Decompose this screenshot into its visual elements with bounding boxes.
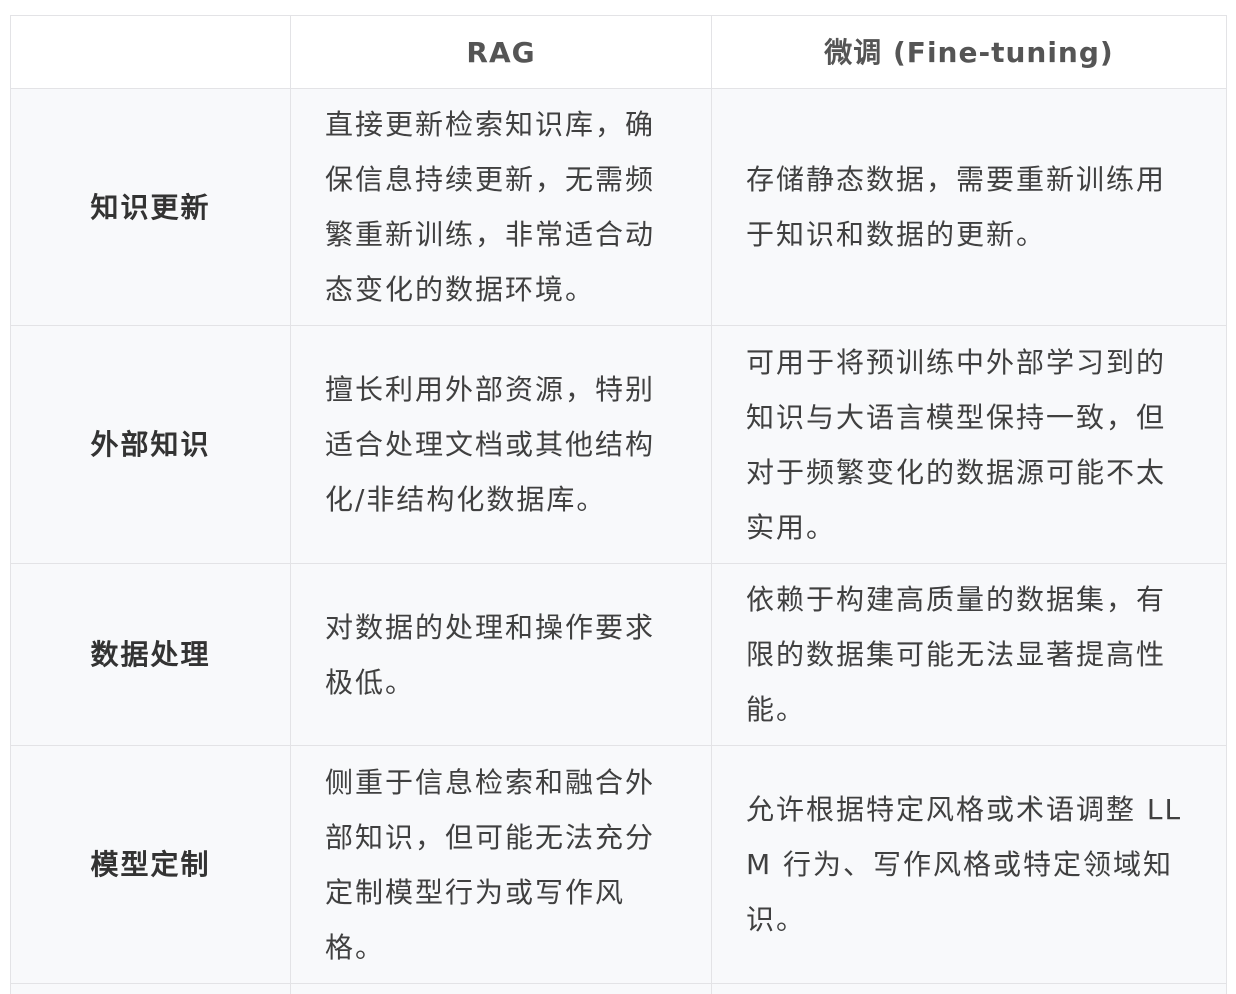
table-row-cut-off [10, 983, 1227, 994]
finetuning-cell: 允许根据特定风格或术语调整 LLM 行为、写作风格或特定领域知识。 [711, 745, 1227, 984]
row-label: 外部知识 [10, 325, 291, 564]
finetuning-cell: 依赖于构建高质量的数据集，有限的数据集可能无法显著提高性能。 [711, 563, 1227, 746]
rag-cell: 侧重于信息检索和融合外部知识，但可能无法充分定制模型行为或写作风格。 [290, 745, 712, 984]
finetuning-cell: 存储静态数据，需要重新训练用于知识和数据的更新。 [711, 88, 1227, 326]
rag-cell: 擅长利用外部资源，特别适合处理文档或其他结构化/非结构化数据库。 [290, 325, 712, 564]
table-row: 模型定制 侧重于信息检索和融合外部知识，但可能无法充分定制模型行为或写作风格。 … [10, 745, 1227, 984]
header-row: RAG 微调 (Fine-tuning) [10, 15, 1227, 89]
table-row: 外部知识 擅长利用外部资源，特别适合处理文档或其他结构化/非结构化数据库。 可用… [10, 325, 1227, 564]
row-label: 模型定制 [10, 745, 291, 984]
header-finetuning: 微调 (Fine-tuning) [711, 15, 1227, 89]
header-rag: RAG [290, 15, 712, 89]
row-label: 知识更新 [10, 88, 291, 326]
finetuning-cell: 可用于将预训练中外部学习到的知识与大语言模型保持一致，但对于频繁变化的数据源可能… [711, 325, 1227, 564]
rag-cell: 对数据的处理和操作要求极低。 [290, 563, 712, 746]
page: RAG 微调 (Fine-tuning) 知识更新 直接更新检索知识库，确保信息… [0, 0, 1236, 994]
empty-cell [10, 983, 291, 994]
comparison-table: RAG 微调 (Fine-tuning) 知识更新 直接更新检索知识库，确保信息… [10, 15, 1227, 994]
rag-cell: 直接更新检索知识库，确保信息持续更新，无需频繁重新训练，非常适合动态变化的数据环… [290, 88, 712, 326]
table-row: 数据处理 对数据的处理和操作要求极低。 依赖于构建高质量的数据集，有限的数据集可… [10, 563, 1227, 746]
header-corner [10, 15, 291, 89]
empty-cell [711, 983, 1227, 994]
table-row: 知识更新 直接更新检索知识库，确保信息持续更新，无需频繁重新训练，非常适合动态变… [10, 88, 1227, 326]
row-label: 数据处理 [10, 563, 291, 746]
empty-cell [290, 983, 712, 994]
